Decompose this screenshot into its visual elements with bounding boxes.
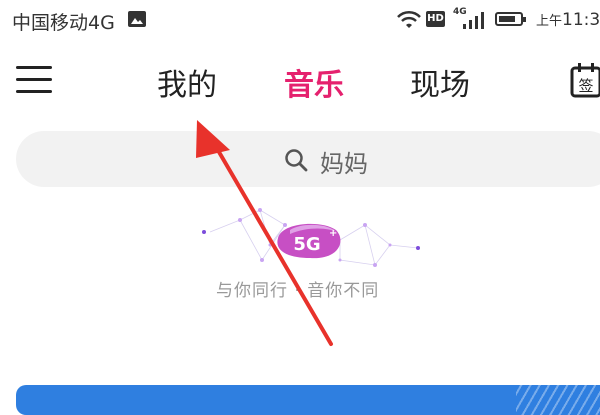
tab-live[interactable]: 现场 — [410, 60, 470, 104]
search-icon — [285, 149, 308, 172]
bottom-banner[interactable] — [16, 385, 600, 415]
tab-music[interactable]: 音乐 — [284, 60, 344, 104]
calendar-icon[interactable]: 签 — [570, 62, 600, 98]
calendar-glyph: 签 — [578, 77, 593, 95]
wifi-icon — [397, 10, 421, 28]
clock: 上午11:3 — [536, 10, 600, 30]
promo-5g-graphic: 5G ++ — [202, 208, 420, 267]
hd-badge: HD — [426, 11, 445, 27]
battery-icon — [495, 12, 526, 26]
promo-tagline: 与你同行 · 音你不同 — [216, 281, 380, 301]
signal-icon — [463, 12, 484, 29]
promo-5g-label: 5G — [293, 234, 320, 255]
status-bar: 中国移动4G HD 4G 上午11:3 — [0, 0, 600, 40]
time-label: 11:3 — [562, 10, 600, 30]
ampm-label: 上午 — [536, 14, 563, 29]
image-icon — [128, 11, 146, 27]
tab-mine[interactable]: 我的 — [157, 60, 217, 104]
menu-icon[interactable] — [16, 64, 54, 96]
search-input[interactable]: 妈妈 — [16, 131, 600, 187]
carrier-label: 中国移动4G — [12, 12, 115, 34]
svg-text:++: ++ — [329, 228, 346, 239]
search-placeholder: 妈妈 — [320, 150, 368, 178]
